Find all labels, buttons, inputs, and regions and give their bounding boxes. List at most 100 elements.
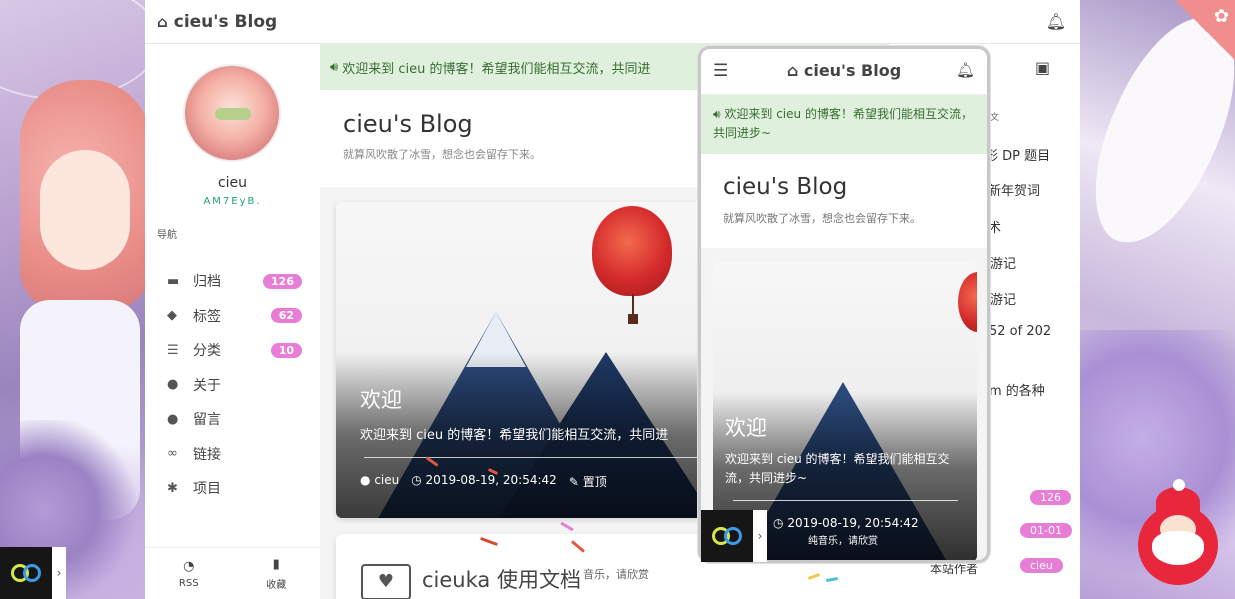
top-bar: ⌂ cieu's Blog 🔔︎ — [145, 0, 1080, 44]
rss-link[interactable]: ◔ RSS — [145, 548, 233, 599]
sidebar-item-label: 关于 — [193, 377, 221, 394]
pin-icon: ✎ — [568, 475, 579, 489]
notice-text: 欢迎来到 cieu 的博客！希望我们能相互交流，共同进 — [342, 61, 651, 77]
info-badge: 126 — [1030, 490, 1071, 505]
user-icon: ● — [167, 377, 179, 393]
home-icon: ⌂ — [157, 12, 168, 31]
ring-icon — [724, 527, 742, 545]
rss-icon: ◔ — [183, 558, 195, 574]
corner-ribbon[interactable]: ✿ — [1175, 0, 1235, 60]
bell-icon[interactable]: 🔔︎ — [1046, 12, 1066, 31]
post2-title[interactable]: cieuka 使用文档 — [422, 564, 581, 594]
post-pinned-label: 置顶 — [582, 475, 607, 489]
mobile-music-label: 纯音乐，请欣赏 — [808, 536, 878, 547]
post-excerpt: 欢迎来到 cieu 的博客！希望我们能相互交流，共同进 — [360, 428, 669, 443]
post-date-label: 2019-08-19, 20:54:42 — [425, 473, 557, 487]
sidebar-item-2[interactable]: ☰ 分类 10 — [167, 333, 302, 368]
volume-icon: 🔊︎ — [330, 59, 339, 75]
sidebar-item-label: 项目 — [193, 481, 221, 498]
briefcase-icon[interactable]: ▣ — [1035, 58, 1050, 77]
post-date: ◷ 2019-08-19, 20:54:42 — [411, 473, 557, 490]
balloon-basket-art — [628, 314, 638, 324]
tags-icon: ◆ — [167, 308, 177, 324]
post-meta: ● cieu ◷ 2019-08-19, 20:54:42 ✎ 置顶 — [360, 473, 607, 490]
bell-icon[interactable]: 🔔︎ — [956, 61, 975, 79]
post2-overlay-text: 音乐，请欣赏 — [583, 568, 649, 581]
player-expand-button[interactable]: › — [753, 510, 767, 562]
post-author: ● cieu — [360, 473, 399, 490]
right-sidebar-link[interactable]: m 的各种 — [989, 380, 1045, 399]
balloon-rope-art — [632, 294, 634, 314]
avatar — [183, 64, 281, 162]
clock-icon: ◷ — [773, 516, 784, 530]
page-subtitle: 就算风吹散了冰雪，想念也会留存下来。 — [343, 148, 541, 161]
gear-icon: ✱ — [167, 480, 178, 496]
sidebar-item-label: 分类 — [193, 343, 221, 360]
post-title[interactable]: 欢迎 — [360, 384, 402, 414]
player-logo — [0, 547, 52, 599]
right-sidebar-link[interactable]: 文 — [990, 110, 999, 123]
sidebar-item-label: 归档 — [193, 274, 221, 291]
list-icon: ☰ — [167, 342, 179, 358]
volume-icon: 🔊︎ — [713, 107, 721, 121]
sidebar-footer: ◔ RSS ▮ 收藏 — [145, 547, 320, 599]
mobile-brand[interactable]: ⌂ cieu's Blog — [701, 61, 987, 80]
sidebar-item-0[interactable]: ▬ 归档 126 — [167, 264, 302, 299]
right-sidebar-link[interactable]: 游记 — [990, 289, 1016, 308]
mobile-page-subtitle: 就算风吹散了冰雪，想念也会留存下来。 — [723, 212, 921, 225]
bookmark-link[interactable]: ▮ 收藏 — [233, 548, 321, 599]
count-badge: 62 — [270, 308, 302, 324]
player-expand-button[interactable]: › — [52, 547, 66, 599]
divider — [733, 500, 958, 501]
mobile-post-title[interactable]: 欢迎 — [725, 412, 767, 442]
mobile-top-bar: ☰ ⌂ cieu's Blog 🔔︎ — [701, 49, 987, 95]
post-author-label: cieu — [374, 473, 400, 487]
sidebar-nav: ▬ 归档 126 ◆ 标签 62 ☰ 分类 10 ● 关于 ● 留言 ∞ 链接 ✱ 项目 — [167, 264, 302, 506]
sidebar-item-6[interactable]: ✱ 项目 — [167, 471, 302, 506]
sidebar-item-label: 留言 — [193, 412, 221, 429]
santa-beard — [1152, 531, 1204, 565]
right-sidebar-link[interactable]: 52 of 202 — [989, 324, 1051, 339]
mobile-notice-bar: 🔊︎ 欢迎来到 cieu 的博客！希望我们能相互交流，共同进步~ — [701, 95, 987, 154]
info-badge: cieu — [1020, 558, 1063, 573]
balloon-art — [592, 206, 672, 296]
mobile-notice-text: 欢迎来到 cieu 的博客！希望我们能相互交流，共同进步~ — [713, 107, 973, 140]
mobile-preview: ☰ ⌂ cieu's Blog 🔔︎ 🔊︎ 欢迎来到 cieu 的博客！希望我们… — [698, 46, 990, 563]
sidebar-item-label: 链接 — [193, 446, 221, 463]
sidebar-item-5[interactable]: ∞ 链接 — [167, 437, 302, 472]
music-player[interactable]: › — [0, 547, 66, 599]
sidebar-item-3[interactable]: ● 关于 — [167, 368, 302, 403]
heartbeat-icon: ♥ — [361, 564, 411, 599]
right-sidebar-link[interactable]: 形 DP 题目 — [985, 145, 1050, 164]
archive-icon: ▬ — [167, 273, 180, 289]
mobile-post-date-label: 2019-08-19, 20:54:42 — [787, 516, 919, 530]
santa-hat — [1156, 487, 1200, 517]
mobile-brand-label: cieu's Blog — [803, 61, 902, 80]
ring-icon — [23, 564, 41, 582]
mobile-page-title: cieu's Blog — [723, 174, 848, 200]
brand-label: cieu's Blog — [173, 11, 278, 32]
divider — [364, 457, 704, 458]
background-art-left — [0, 0, 145, 599]
character-face-art — [40, 150, 130, 270]
mobile-music-player[interactable]: › — [701, 510, 767, 562]
mobile-post-date: ◷ 2019-08-19, 20:54:42 — [773, 516, 919, 530]
link-icon: ∞ — [167, 446, 178, 462]
right-sidebar-link[interactable]: 新年贺词 — [988, 180, 1040, 199]
rss-label: RSS — [178, 577, 199, 589]
sidebar-item-label: 标签 — [193, 308, 221, 325]
sidebar-item-1[interactable]: ◆ 标签 62 — [167, 299, 302, 334]
bookmark-icon: ▮ — [272, 556, 280, 572]
count-badge: 10 — [270, 342, 302, 358]
right-sidebar-link[interactable]: 游记 — [990, 253, 1016, 272]
sidebar-item-4[interactable]: ● 留言 — [167, 402, 302, 437]
santa-widget[interactable] — [1138, 479, 1218, 585]
player-logo — [701, 510, 753, 562]
author-slogan: AM7EyB. — [203, 196, 262, 207]
mobile-post-excerpt: 欢迎来到 cieu 的博客！希望我们能相互交流，共同进步~ — [725, 452, 950, 485]
author-name: cieu — [217, 175, 248, 191]
site-brand[interactable]: ⌂ cieu's Blog — [145, 12, 277, 32]
cat-icon: ✿ — [1213, 6, 1229, 27]
bookmark-label: 收藏 — [266, 579, 287, 591]
balloon-art — [958, 272, 977, 332]
